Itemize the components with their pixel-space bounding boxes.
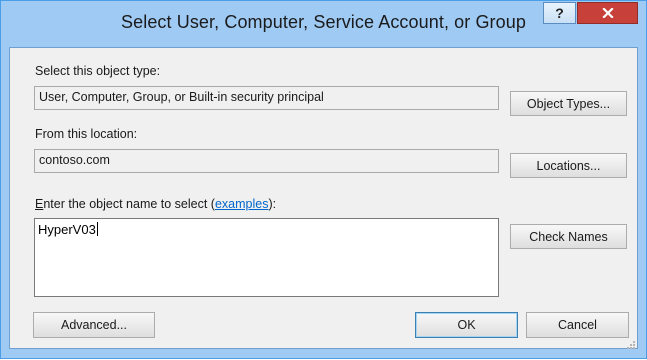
cancel-button[interactable]: Cancel [526,312,629,338]
object-type-label: Select this object type: [35,64,161,78]
dialog-window: Select User, Computer, Service Account, … [0,0,647,359]
advanced-button-label: Advanced... [60,318,127,332]
object-types-button-label: Object Types... [526,96,611,111]
ok-button[interactable]: OK [415,312,518,338]
resize-grip-icon [627,341,635,349]
object-name-label-text: nter the object name to select ( [43,197,215,211]
cancel-button-label: Cancel [558,318,597,332]
help-button[interactable]: ? [543,2,576,24]
object-name-value: HyperV03 [38,222,96,237]
locations-button-label: Locations... [536,158,601,173]
text-caret [96,222,98,236]
resize-grip[interactable] [626,337,636,349]
object-name-input[interactable]: HyperV03 [34,218,499,297]
object-type-field: User, Computer, Group, or Built-in secur… [34,86,499,110]
locations-button[interactable]: Locations... [510,153,627,178]
close-button[interactable] [577,2,638,24]
location-label: From this location: [35,127,138,141]
object-name-label: Enter the object name to select (example… [35,197,276,211]
check-names-button[interactable]: Check Names [510,224,627,249]
examples-link[interactable]: examples [215,197,269,211]
close-icon [601,8,614,18]
object-name-label-suffix: ): [268,197,277,211]
check-names-button-label: Check Names [529,229,608,244]
advanced-button[interactable]: Advanced... [33,312,155,338]
title-bar[interactable]: Select User, Computer, Service Account, … [1,1,646,39]
location-field: contoso.com [34,149,499,173]
ok-button-label: OK [457,318,476,332]
object-types-button-main[interactable]: Object Types... [510,91,627,116]
